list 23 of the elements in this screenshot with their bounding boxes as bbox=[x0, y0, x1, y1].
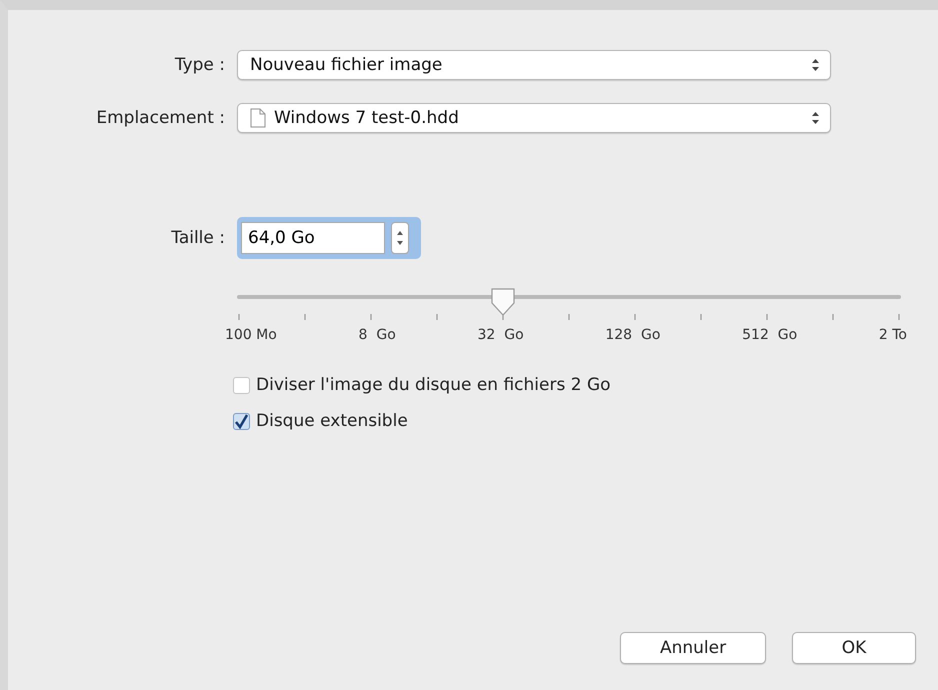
size-field[interactable]: 64,0 Go bbox=[237, 217, 421, 259]
tick-label: 32 Go bbox=[478, 327, 524, 343]
tick-label: 128 Go bbox=[605, 327, 660, 343]
field-label: Emplacement : bbox=[95, 108, 225, 128]
up-down-arrows-icon bbox=[396, 229, 404, 247]
tick-label: 8 Go bbox=[358, 327, 396, 343]
cancel-button[interactable]: Annuler bbox=[620, 632, 766, 664]
popup-menu[interactable]: Nouveau fichier image bbox=[237, 50, 831, 80]
stepper-control[interactable] bbox=[391, 222, 409, 254]
tick-label: 100 Mo bbox=[225, 327, 277, 343]
checkbox-label: Disque extensible bbox=[256, 411, 408, 431]
checkbox-label: Diviser l'image du disque en fichiers 2 Go bbox=[256, 375, 611, 395]
size-label: Taille : bbox=[170, 228, 225, 248]
tick-label: 512 Go bbox=[742, 327, 798, 343]
tick-label: 2 To bbox=[878, 327, 907, 343]
field-label: Type : bbox=[174, 55, 225, 75]
checkbox[interactable] bbox=[233, 412, 250, 430]
slider-thumb[interactable] bbox=[488, 287, 517, 317]
document-icon bbox=[250, 108, 266, 128]
popup-menu[interactable]: Windows 7 test-0.hdd bbox=[237, 103, 831, 133]
up-down-arrows-icon bbox=[811, 58, 820, 72]
ok-button[interactable]: OK bbox=[792, 632, 916, 664]
up-down-arrows-icon bbox=[811, 111, 820, 125]
